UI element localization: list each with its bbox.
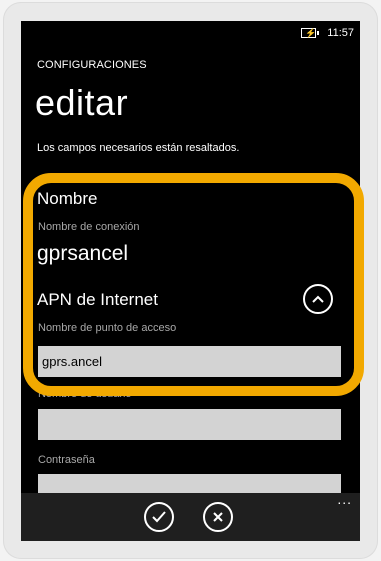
accept-button[interactable] bbox=[144, 502, 174, 532]
page-title: editar bbox=[35, 82, 129, 123]
app-bar: ... bbox=[21, 492, 360, 541]
name-section-heading: Nombre bbox=[37, 189, 98, 208]
status-bar: ⚡ 11:57 bbox=[301, 24, 354, 42]
status-time: 11:57 bbox=[327, 27, 354, 39]
cancel-button[interactable] bbox=[203, 502, 233, 532]
check-icon bbox=[152, 511, 166, 523]
username-label: Nombre de usuario bbox=[38, 388, 132, 400]
username-input[interactable] bbox=[38, 409, 341, 440]
required-fields-note: Los campos necesarios están resaltados. bbox=[37, 142, 240, 154]
more-options-button[interactable]: ... bbox=[337, 492, 352, 506]
settings-header: CONFIGURACIONES bbox=[37, 59, 147, 71]
apn-label: Nombre de punto de acceso bbox=[38, 322, 177, 334]
phone-screen: ⚡ 11:57 CONFIGURACIONES editar Los campo… bbox=[21, 21, 360, 541]
close-icon bbox=[213, 512, 223, 522]
password-label: Contraseña bbox=[38, 454, 95, 466]
battery-charging-icon: ⚡ bbox=[301, 28, 320, 38]
apn-section-heading: APN de Internet bbox=[37, 290, 158, 309]
chevron-up-icon bbox=[312, 295, 324, 303]
apn-input[interactable]: gprs.ancel bbox=[38, 346, 341, 377]
apn-collapse-button[interactable] bbox=[303, 284, 333, 314]
connection-name-label: Nombre de conexión bbox=[38, 221, 140, 233]
connection-name-value[interactable]: gprsancel bbox=[37, 242, 128, 266]
